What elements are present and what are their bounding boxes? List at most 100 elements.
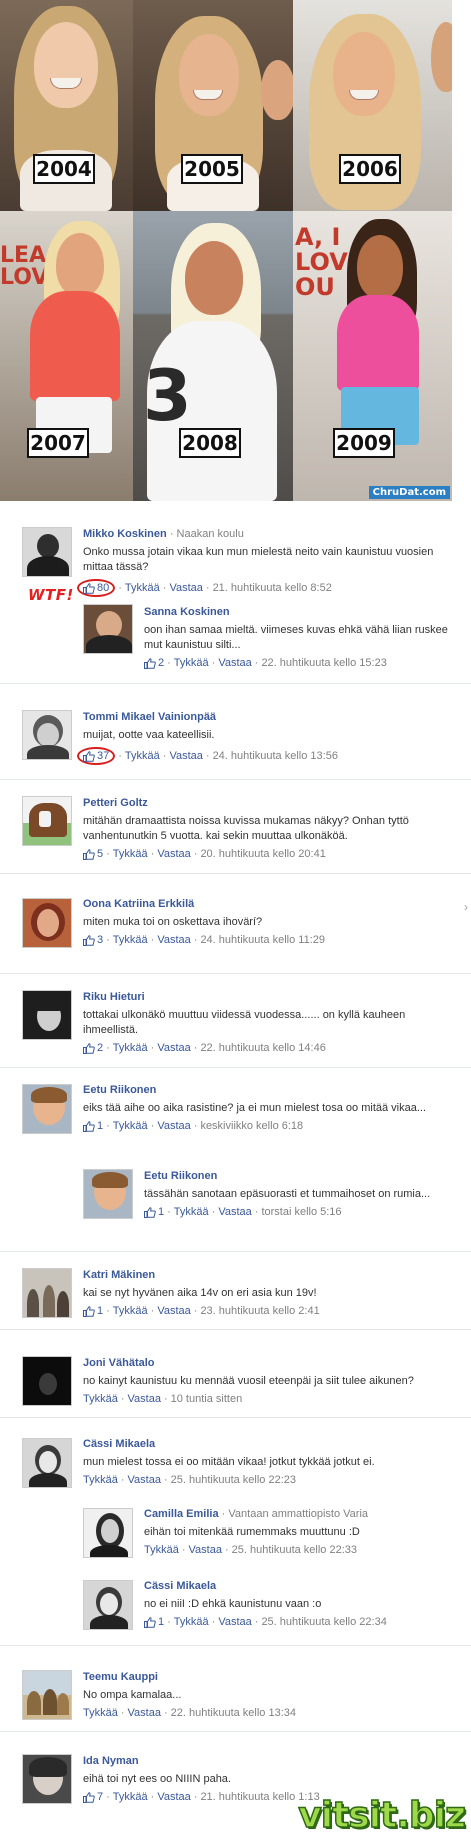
reply-link[interactable]: Vastaa: [157, 848, 190, 860]
thumbs-up-icon: [144, 1207, 156, 1218]
comment-author[interactable]: Eetu Riikonen: [144, 1170, 217, 1182]
like-link[interactable]: Tykkää: [113, 1305, 148, 1317]
comment-author[interactable]: Tommi Mikael Vainionpää: [83, 711, 216, 723]
comment-affiliation[interactable]: Vantaan ammattiopisto Varia: [228, 1508, 368, 1520]
comment-timestamp[interactable]: 24. huhtikuuta kello 13:56: [213, 750, 338, 762]
thumbs-up-icon: [83, 1792, 95, 1803]
like-link[interactable]: Tykkää: [113, 848, 148, 860]
reply-link[interactable]: Vastaa: [128, 1393, 161, 1405]
avatar[interactable]: [22, 710, 72, 760]
comment-author[interactable]: Camilla Emilia: [144, 1508, 219, 1520]
reply-link[interactable]: Vastaa: [128, 1707, 161, 1719]
like-link[interactable]: Tykkää: [113, 1791, 148, 1803]
comment-text: tässähän sanotaan epäsuorasti et tummaih…: [144, 1188, 431, 1200]
like-count[interactable]: 1: [144, 1206, 164, 1218]
comment-timestamp[interactable]: keskiviikko kello 6:18: [200, 1120, 303, 1132]
comment-timestamp[interactable]: 23. huhtikuuta kello 2:41: [200, 1305, 319, 1317]
thumbs-up-icon: [83, 1043, 95, 1054]
reply-link[interactable]: Vastaa: [218, 1616, 251, 1628]
comment-timestamp[interactable]: 25. huhtikuuta kello 22:23: [171, 1474, 296, 1486]
comment-author[interactable]: Riku Hieturi: [83, 991, 145, 1003]
like-link[interactable]: Tykkää: [174, 657, 209, 669]
comment-author[interactable]: Eetu Riikonen: [83, 1084, 156, 1096]
like-link[interactable]: Tykkää: [113, 1042, 148, 1054]
reply-link[interactable]: Vastaa: [128, 1474, 161, 1486]
like-link[interactable]: Tykkää: [144, 1544, 179, 1556]
reply-link[interactable]: Vastaa: [157, 1042, 190, 1054]
comment-text: mun mielest tossa ei oo mitään vikaa! jo…: [83, 1456, 375, 1468]
like-link[interactable]: Tykkää: [125, 582, 160, 594]
comment-reply: Eetu Riikonen tässähän sanotaan epäsuora…: [0, 1164, 471, 1252]
photo-2005: 2005: [133, 0, 293, 211]
source-badge[interactable]: ChruDat.com: [368, 486, 450, 499]
comment-author[interactable]: Ida Nyman: [83, 1755, 139, 1767]
avatar[interactable]: [83, 1169, 133, 1219]
comment-timestamp[interactable]: 25. huhtikuuta kello 22:34: [261, 1616, 386, 1628]
avatar[interactable]: [22, 990, 72, 1040]
comment-author[interactable]: Katri Mäkinen: [83, 1269, 155, 1281]
comment-author[interactable]: Petteri Goltz: [83, 797, 148, 809]
like-count[interactable]: 5: [83, 848, 103, 860]
reply-link[interactable]: Vastaa: [169, 750, 202, 762]
comment-author[interactable]: Sanna Koskinen: [144, 606, 230, 618]
like-link[interactable]: Tykkää: [83, 1474, 118, 1486]
year-label-2009: 2009: [333, 428, 395, 458]
avatar[interactable]: [22, 898, 72, 948]
like-link[interactable]: Tykkää: [113, 934, 148, 946]
comment-timestamp[interactable]: 25. huhtikuuta kello 22:33: [232, 1544, 357, 1556]
chevron-right-icon[interactable]: ›: [464, 900, 468, 914]
comment-affiliation[interactable]: Naakan koulu: [177, 528, 244, 540]
like-count[interactable]: 1: [144, 1616, 164, 1628]
like-link[interactable]: Tykkää: [174, 1616, 209, 1628]
comment-timestamp[interactable]: 10 tuntia sitten: [171, 1393, 243, 1405]
avatar[interactable]: [83, 1580, 133, 1630]
comment-timestamp[interactable]: 22. huhtikuuta kello 14:46: [200, 1042, 325, 1054]
comment-timestamp[interactable]: 22. huhtikuuta kello 15:23: [261, 657, 386, 669]
reply-link[interactable]: Vastaa: [189, 1544, 222, 1556]
like-count[interactable]: 1: [83, 1120, 103, 1132]
reply-link[interactable]: Vastaa: [157, 1120, 190, 1132]
like-link[interactable]: Tykkää: [174, 1206, 209, 1218]
reply-link[interactable]: Vastaa: [218, 1206, 251, 1218]
comment-author[interactable]: Cässi Mikaela: [144, 1580, 216, 1592]
avatar[interactable]: [22, 796, 72, 846]
avatar[interactable]: [83, 604, 133, 654]
photo-collage: 2004 2005 2006 LEA LOV 2007 3 2008 A, I …: [0, 0, 452, 501]
avatar[interactable]: [22, 1754, 72, 1804]
reply-link[interactable]: Vastaa: [218, 657, 251, 669]
like-link[interactable]: Tykkää: [113, 1120, 148, 1132]
comment-author[interactable]: Oona Katriina Erkkilä: [83, 898, 194, 910]
avatar[interactable]: [22, 1084, 72, 1134]
avatar[interactable]: [22, 527, 72, 577]
comment-timestamp[interactable]: torstai kello 5:16: [261, 1206, 341, 1218]
like-count[interactable]: 3: [83, 934, 103, 946]
like-count[interactable]: 37: [77, 747, 116, 765]
like-link[interactable]: Tykkää: [125, 750, 160, 762]
avatar[interactable]: [22, 1356, 72, 1406]
like-count[interactable]: 2: [144, 657, 164, 669]
like-link[interactable]: Tykkää: [83, 1393, 118, 1405]
reply-link[interactable]: Vastaa: [157, 934, 190, 946]
like-count[interactable]: 80: [77, 579, 116, 597]
like-count[interactable]: 7: [83, 1791, 103, 1803]
comment-timestamp[interactable]: 22. huhtikuuta kello 13:34: [171, 1707, 296, 1719]
like-link[interactable]: Tykkää: [83, 1707, 118, 1719]
reply-link[interactable]: Vastaa: [169, 582, 202, 594]
like-count[interactable]: 1: [83, 1305, 103, 1317]
reply-link[interactable]: Vastaa: [157, 1791, 190, 1803]
comment-author[interactable]: Cässi Mikaela: [83, 1438, 155, 1450]
comment-author[interactable]: Teemu Kauppi: [83, 1671, 158, 1683]
comment-author[interactable]: Mikko Koskinen: [83, 528, 167, 540]
reply-link[interactable]: Vastaa: [157, 1305, 190, 1317]
avatar[interactable]: [22, 1670, 72, 1720]
comment: Teemu Kauppi No ompa kamalaa... Tykkää ·…: [0, 1664, 471, 1732]
comment-timestamp[interactable]: 24. huhtikuuta kello 11:29: [200, 934, 325, 946]
like-count[interactable]: 2: [83, 1042, 103, 1054]
avatar[interactable]: [83, 1508, 133, 1558]
avatar[interactable]: [22, 1268, 72, 1318]
comment-author[interactable]: Joni Vähätalo: [83, 1357, 155, 1369]
comment-timestamp[interactable]: 21. huhtikuuta kello 8:52: [213, 582, 332, 594]
avatar[interactable]: [22, 1438, 72, 1488]
comment-timestamp[interactable]: 20. huhtikuuta kello 20:41: [200, 848, 325, 860]
sign-text-2007: LEA LOV: [0, 243, 49, 290]
